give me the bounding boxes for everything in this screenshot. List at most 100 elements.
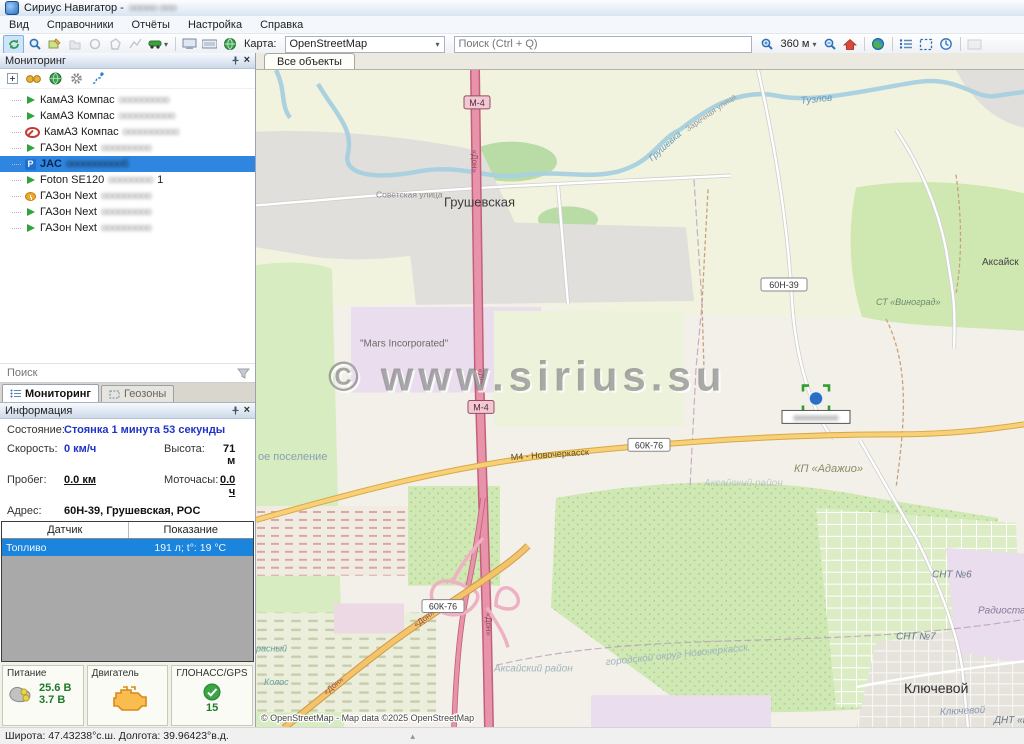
pin-icon[interactable]	[231, 406, 240, 415]
vehicle-row[interactable]: КамАЗ Компасоооооооооо	[0, 108, 255, 124]
vehicle-search-input[interactable]	[5, 366, 237, 380]
binoculars-icon[interactable]	[26, 73, 41, 84]
statusbar-expander-icon[interactable]: ▲	[409, 732, 417, 741]
track-route-icon[interactable]	[91, 72, 104, 85]
vehicle-row[interactable]: ГАЗон Nextооооооооо	[0, 220, 255, 236]
main-area: Мониторинг × КамАЗ Компасооооооооо КамАЗ…	[0, 53, 1024, 728]
circle-tool-icon	[88, 37, 102, 51]
panel1-button[interactable]	[180, 36, 199, 53]
global-search-input[interactable]	[454, 36, 752, 53]
vehicle-name: Foton SE120	[40, 174, 104, 186]
settlement-label: расный	[256, 643, 287, 653]
menu-reports[interactable]: Отчёты	[123, 18, 179, 32]
sensor-col-header: Датчик	[2, 524, 128, 536]
left-panel: Мониторинг × КамАЗ Компасооооооооо КамАЗ…	[0, 53, 256, 728]
search-tool-button[interactable]	[25, 36, 44, 53]
polygon-tool-button[interactable]	[105, 36, 124, 53]
sensor-name: Топливо	[2, 542, 128, 554]
close-icon[interactable]: ×	[244, 406, 250, 415]
engine-icon	[108, 683, 148, 713]
map-canvas[interactable]: М-4 М-4 60Н-39 60К-76 60К-76 Грушевская …	[256, 70, 1024, 728]
status-moving-icon	[25, 223, 36, 234]
state-label: Состояние:	[7, 424, 64, 436]
dropdown-caret: ▾	[164, 40, 168, 49]
settlement-label: Ключевой	[904, 680, 968, 696]
vehicle-row[interactable]: ГАЗон Nextооооооооо	[0, 140, 255, 156]
earth-button[interactable]	[869, 36, 888, 53]
power-voltage-main: 25.6 В	[39, 682, 71, 694]
mileage-value[interactable]: 0.0 км	[64, 474, 164, 498]
menu-settings[interactable]: Настройка	[179, 18, 251, 32]
vehicle-row-selected[interactable]: JACооооооооооб	[0, 156, 255, 172]
vehicle-row[interactable]: ГАЗон Nextооооооооо	[0, 204, 255, 220]
polyline-tool-button[interactable]	[125, 36, 144, 53]
filter-icon[interactable]	[237, 368, 250, 379]
vehicle-row[interactable]: КамАЗ Компасооооооооо	[0, 92, 255, 108]
svg-text:М-4: М-4	[469, 98, 484, 108]
panel2-button[interactable]	[965, 36, 984, 53]
app-icon	[5, 1, 19, 15]
edit-map-button[interactable]	[45, 36, 64, 53]
svg-text:60К-76: 60К-76	[429, 602, 457, 612]
map-tab-all-objects[interactable]: Все объекты	[264, 53, 355, 69]
status-parking-icon	[25, 159, 36, 170]
map-attribution: © OpenStreetMap - Map data ©2025 OpenStr…	[261, 713, 474, 723]
zoom-out-button[interactable]	[821, 36, 840, 53]
select-caret-icon: ▾	[435, 40, 439, 49]
menu-help[interactable]: Справка	[251, 18, 312, 32]
vehicle-name: КамАЗ Компас	[44, 126, 119, 138]
home-view-button[interactable]	[841, 36, 860, 53]
sensor-table: Датчик Показание Топливо 191 л; t°: 19 °…	[1, 521, 254, 662]
vehicle-name: JAC	[40, 158, 62, 170]
menu-directories[interactable]: Справочники	[38, 18, 123, 32]
district-label: Аксайский район	[493, 663, 573, 674]
tab-monitoring[interactable]: Мониторинг	[2, 384, 99, 402]
vehicle-row[interactable]: Foton SE120оооооооо1	[0, 172, 255, 188]
sensor-row-fuel[interactable]: Топливо 191 л; t°: 19 °C	[2, 539, 253, 556]
map-tab-bar: Все объекты	[256, 53, 1024, 70]
menu-view[interactable]: Вид	[0, 18, 38, 32]
vehicle-plate-masked: ооооооооо	[119, 94, 170, 106]
tree-globe-icon[interactable]	[49, 72, 62, 85]
map-select-label: Карта:	[240, 38, 281, 50]
window-title: Сириус Навигатор -	[24, 2, 124, 14]
vehicle-menu-button[interactable]: ▾	[145, 36, 171, 53]
map-edit-icon	[48, 37, 62, 51]
vehicle-row[interactable]: КамАЗ Компасоооооооооо	[0, 124, 255, 140]
vehicle-dot	[809, 392, 823, 406]
vehicle-row[interactable]: ГАЗон Nextооооооооо	[0, 188, 255, 204]
menu-bar: Вид Справочники Отчёты Настройка Справка	[0, 16, 1024, 34]
map-provider-select[interactable]: OpenStreetMap ▾	[285, 36, 445, 53]
gear-icon[interactable]	[70, 72, 83, 85]
zoom-level-select[interactable]: 360 м ▾	[778, 38, 820, 50]
sensor-table-empty-area	[2, 556, 253, 661]
vehicle-search-row	[0, 363, 255, 383]
select-area-button[interactable]	[917, 36, 936, 53]
pin-icon[interactable]	[231, 56, 240, 65]
circle-tool-button[interactable]	[85, 36, 104, 53]
keyboard-button[interactable]	[200, 36, 219, 53]
history-button[interactable]	[937, 36, 956, 53]
state-value: Стоянка 1 минута 53 секунды	[64, 424, 251, 436]
object-list-button[interactable]	[897, 36, 916, 53]
tab-geozones-label: Геозоны	[124, 388, 166, 400]
district-label: Аксайский район	[703, 478, 783, 489]
info-panel-header: Информация ×	[0, 403, 255, 419]
map-viewport[interactable]: М-4 М-4 60Н-39 60К-76 60К-76 Грушевская …	[256, 70, 1024, 728]
info-grid: Состояние: Стоянка 1 минута 53 секунды С…	[0, 419, 255, 520]
zoom-in-button[interactable]	[758, 36, 777, 53]
vehicle-tree: КамАЗ Компасооооооооо КамАЗ Компасоооооо…	[0, 89, 255, 363]
close-icon[interactable]: ×	[244, 56, 250, 65]
refresh-button[interactable]	[3, 35, 24, 54]
engine-hours-value[interactable]: 0.0 ч	[220, 474, 251, 498]
tab-geozones[interactable]: Геозоны	[101, 385, 174, 402]
globe-tool-button[interactable]	[220, 36, 239, 53]
vehicle-name: ГАЗон Next	[40, 206, 97, 218]
tab-monitoring-label: Мониторинг	[25, 388, 91, 400]
layers-button[interactable]	[65, 36, 84, 53]
expand-all-icon[interactable]	[7, 73, 18, 84]
status-moving-icon	[25, 175, 36, 186]
svg-text:60К-76: 60К-76	[635, 440, 663, 450]
power-voltage-backup: 3.7 В	[39, 694, 71, 706]
60k76-shield: 60К-76	[628, 438, 670, 451]
